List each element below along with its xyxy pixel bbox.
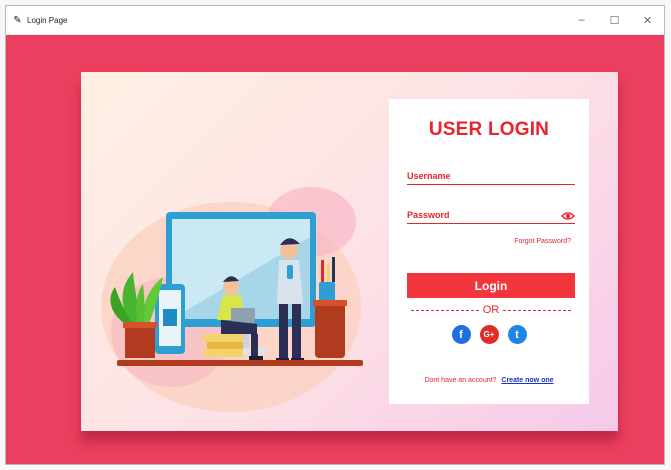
or-text: OR	[482, 304, 500, 316]
illustration	[101, 187, 363, 412]
eye-icon[interactable]	[561, 211, 575, 221]
social-login: f G+ t	[389, 325, 589, 344]
no-account-text: Dont have an account?	[424, 377, 497, 384]
create-account-link[interactable]: Create now one	[501, 377, 553, 384]
title-bar: ✎ Login Page – ☐ ✕	[6, 6, 664, 35]
close-button[interactable]: ✕	[631, 6, 664, 34]
divider-line	[411, 309, 479, 311]
login-panel: USER LOGIN Username Password Forgot Pass…	[389, 99, 589, 404]
minimize-button[interactable]: –	[565, 6, 598, 34]
login-button[interactable]: Login	[407, 273, 575, 298]
facebook-icon[interactable]: f	[451, 325, 471, 344]
pen-icon: ✎	[13, 14, 22, 26]
maximize-button[interactable]: ☐	[598, 6, 631, 34]
forgot-password-link[interactable]: Forgot Password?	[514, 238, 571, 245]
password-field[interactable]	[407, 223, 575, 224]
app-window: ✎ Login Page – ☐ ✕ USER LOGIN Username P…	[5, 5, 665, 465]
google-plus-icon[interactable]: G+	[479, 325, 499, 344]
twitter-icon[interactable]: t	[507, 325, 527, 344]
username-field[interactable]	[407, 184, 575, 185]
window-controls: – ☐ ✕	[565, 6, 664, 34]
password-label[interactable]: Password	[407, 210, 450, 220]
username-label[interactable]: Username	[407, 171, 451, 181]
or-divider: OR	[407, 304, 575, 316]
window-title: Login Page	[27, 15, 68, 25]
login-card: USER LOGIN Username Password Forgot Pass…	[81, 72, 618, 431]
signup-row: Dont have an account? Create now one	[389, 377, 589, 384]
login-title: USER LOGIN	[428, 119, 550, 140]
divider-line	[503, 309, 571, 311]
